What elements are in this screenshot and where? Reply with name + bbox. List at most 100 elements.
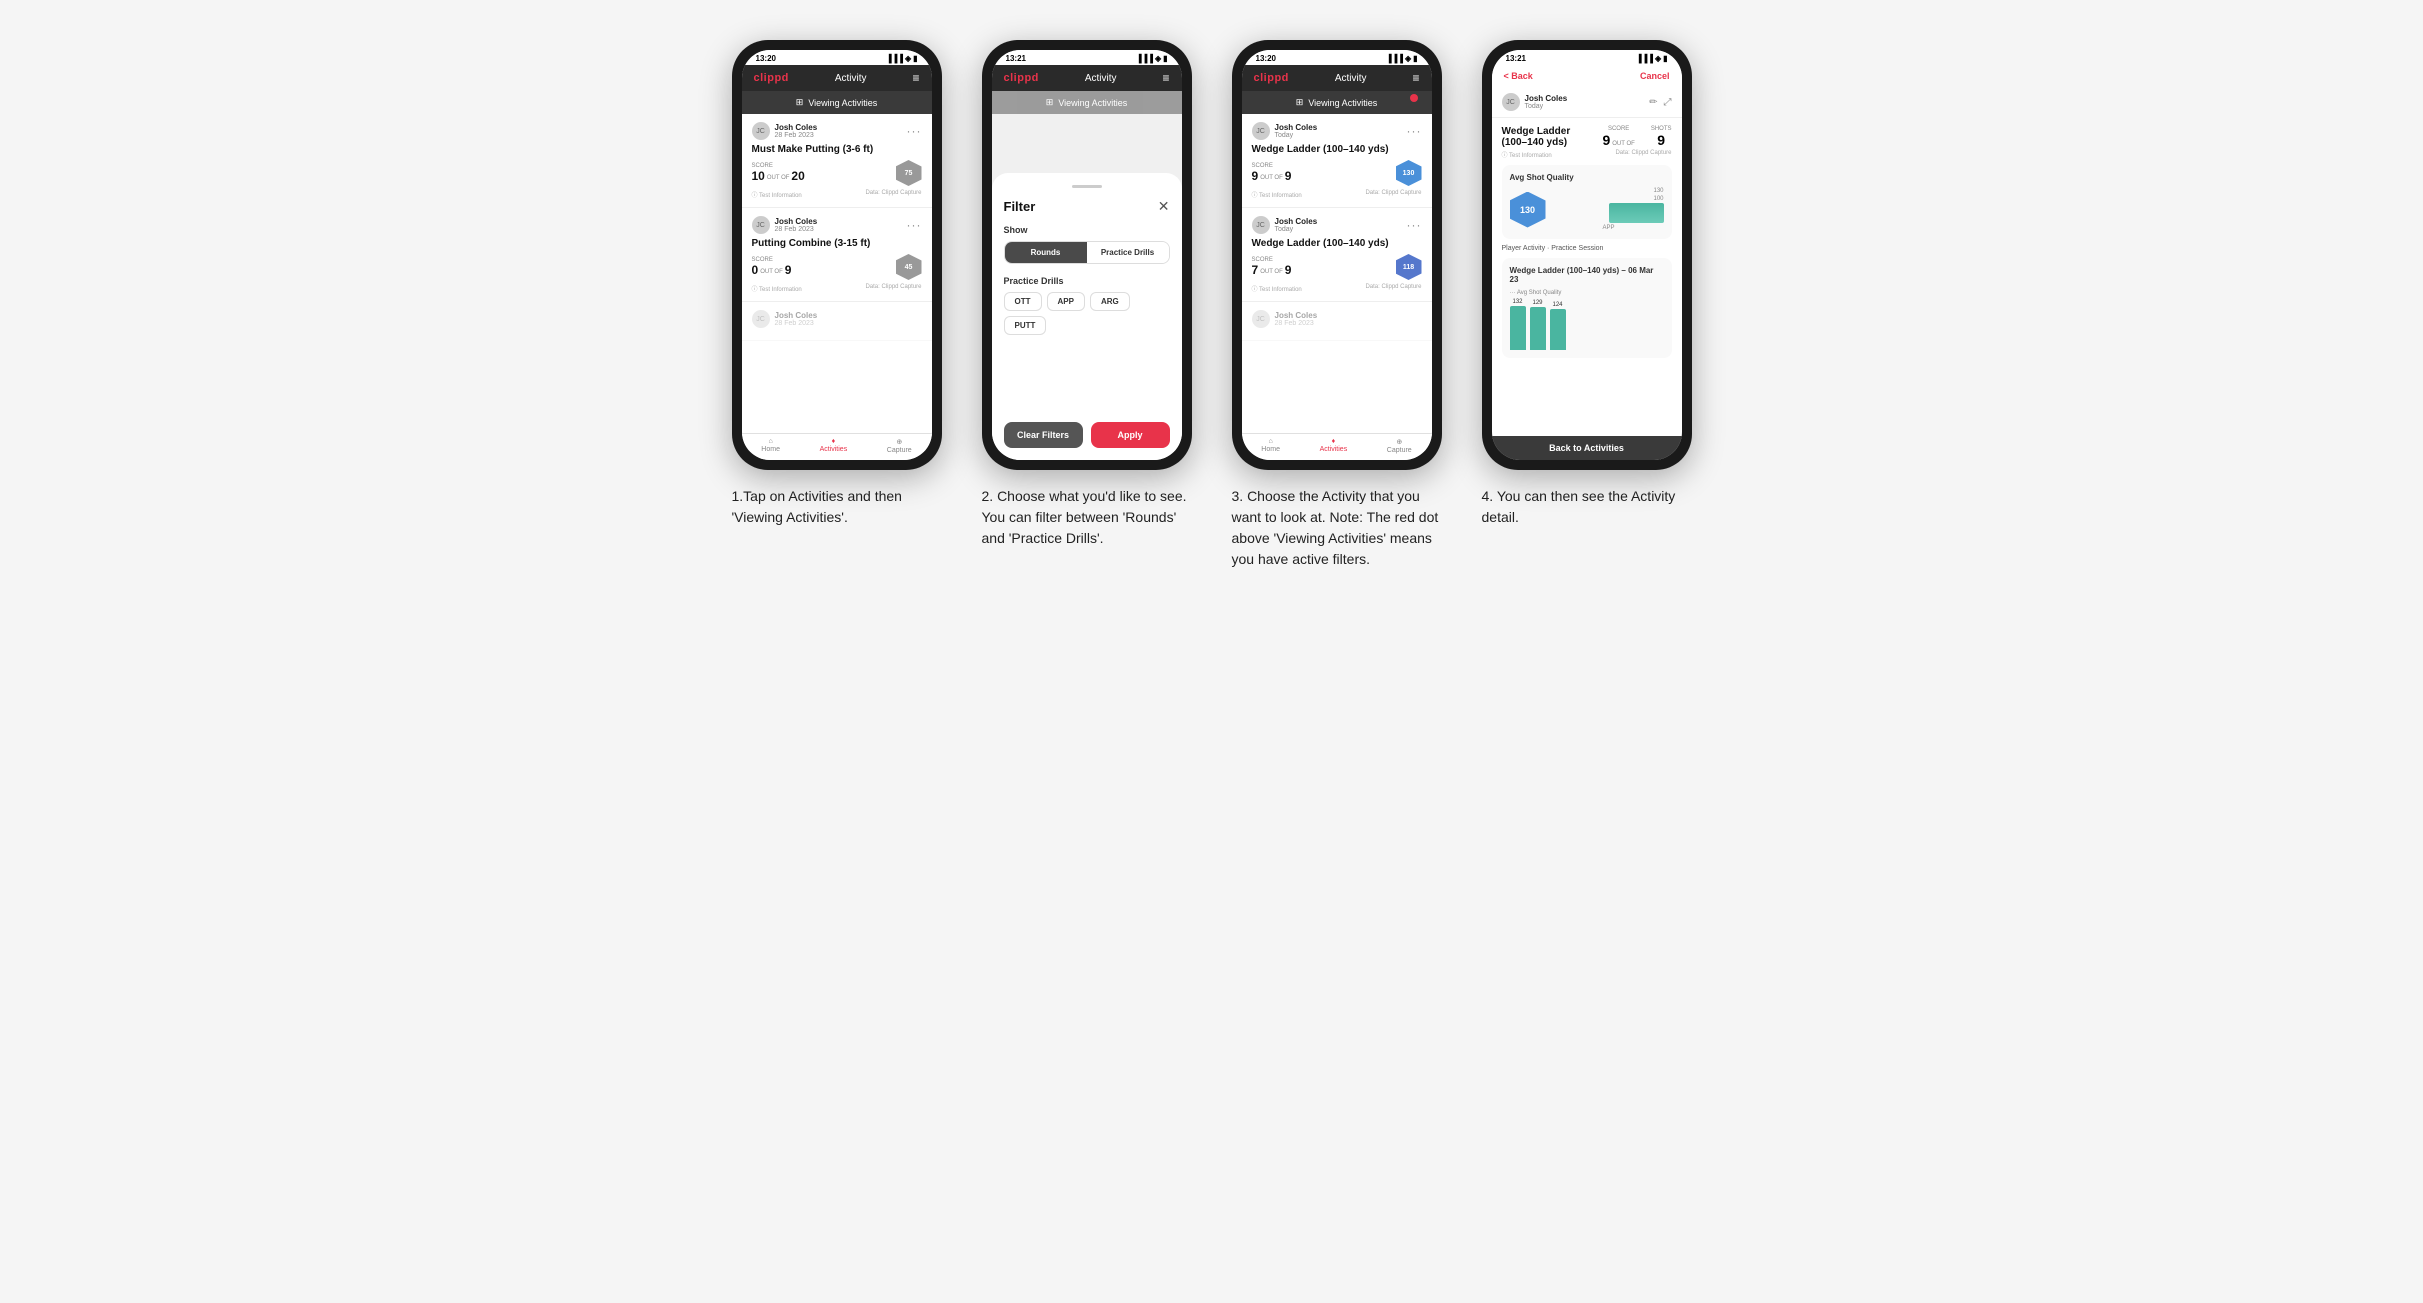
card-1-header: JC Josh Coles 28 Feb 2023 ···: [752, 122, 922, 140]
practice-drills-toggle[interactable]: Practice Drills: [1087, 242, 1169, 263]
expand-icon[interactable]: ⤢: [1664, 97, 1672, 108]
phone-2-screen: 13:21 ▐▐▐ ◈ ▮ clippd Activity ≡ ⊞ View: [992, 50, 1182, 460]
stats-row-2: Score 0 OUT OF 9 45: [752, 254, 922, 280]
user-info-3-1: Josh Coles Today: [1275, 123, 1318, 139]
nav-home-3[interactable]: ⌂ Home: [1261, 438, 1280, 454]
quality-badge-2: 45: [896, 254, 922, 280]
bar-rect-2: [1530, 307, 1546, 350]
quality-value-1: 75: [905, 170, 913, 177]
cancel-button[interactable]: Cancel: [1640, 71, 1670, 81]
signal-icon-2: ▐▐▐: [1136, 54, 1153, 63]
nav-capture-3[interactable]: ⊕ Capture: [1387, 438, 1412, 454]
more-dots-2[interactable]: ···: [907, 218, 922, 232]
clippd-logo-2: clippd: [1004, 72, 1039, 84]
stats-row-3-2: Score 7 OUT OF 9 118: [1252, 254, 1422, 280]
chip-ott[interactable]: OTT: [1004, 292, 1042, 311]
detail-footer: ⓘ Test Information Data: Clippd Capture: [1502, 150, 1672, 159]
detail-out-of: OUT OF: [1612, 141, 1635, 147]
score-stat-2: Score 0 OUT OF 9: [752, 257, 792, 277]
edit-icon[interactable]: ✏: [1649, 97, 1657, 108]
wifi-icon-2: ◈: [1155, 54, 1161, 63]
activities-icon-1: ♦: [832, 438, 836, 445]
filter-icon-2: ⊞: [1046, 97, 1054, 108]
filter-handle: [1072, 185, 1102, 188]
menu-icon-2[interactable]: ≡: [1162, 71, 1169, 85]
more-dots-3-1[interactable]: ···: [1407, 124, 1422, 138]
rounds-toggle[interactable]: Rounds: [1005, 242, 1087, 263]
data-source-4: Data: Clippd Capture: [1615, 150, 1671, 156]
menu-icon[interactable]: ≡: [912, 71, 919, 85]
activity-card-1[interactable]: JC Josh Coles 28 Feb 2023 ··· Must Make …: [742, 114, 932, 208]
filter-close-icon[interactable]: ✕: [1158, 198, 1170, 215]
quality-value-2: 45: [905, 264, 913, 271]
more-dots-1[interactable]: ···: [907, 124, 922, 138]
score-col-label: Score 9 OUT OF: [1602, 126, 1634, 148]
bar-rect-1: [1510, 306, 1526, 350]
filter-modal: Filter ✕ Show Rounds Practice Drills Pra…: [992, 173, 1182, 460]
user-name-4: Josh Coles: [1525, 94, 1568, 103]
footer-right-1: Data: Clippd Capture: [865, 190, 921, 199]
chip-putt[interactable]: PUTT: [1004, 316, 1047, 335]
apply-button[interactable]: Apply: [1091, 422, 1170, 448]
shots-value-1: 20: [791, 169, 804, 183]
back-to-activities-button[interactable]: Back to Activities: [1492, 436, 1682, 460]
phone-3: 13:20 ▐▐▐ ◈ ▮ clippd Activity ≡ ⊞ View: [1232, 40, 1442, 470]
detail-header: JC Josh Coles Today ✏ ⤢: [1492, 87, 1682, 118]
activity-title-3-2: Wedge Ladder (100–140 yds): [1252, 238, 1422, 249]
nav-capture-1[interactable]: ⊕ Capture: [887, 438, 912, 454]
nav-home-1[interactable]: ⌂ Home: [761, 438, 780, 454]
menu-icon-3[interactable]: ≡: [1412, 71, 1419, 85]
detail-score-value: 9: [1602, 132, 1610, 148]
wedge-chart-section: Wedge Ladder (100–140 yds) – 06 Mar 23 ·…: [1502, 258, 1672, 358]
quality-badge-3-2: 118: [1396, 254, 1422, 280]
more-dots-3-2[interactable]: ···: [1407, 218, 1422, 232]
signal-icon-4: ▐▐▐: [1636, 54, 1653, 63]
caption-1: 1.Tap on Activities and then 'Viewing Ac…: [732, 486, 942, 528]
chip-arg[interactable]: ARG: [1090, 292, 1130, 311]
nav-activities-3[interactable]: ♦ Activities: [1320, 438, 1348, 454]
phone-3-viewing-banner[interactable]: ⊞ Viewing Activities: [1242, 91, 1432, 114]
footer-right-2: Data: Clippd Capture: [865, 284, 921, 293]
phone-1-time: 13:20: [756, 54, 776, 63]
detail-activity-title: Wedge Ladder(100–140 yds): [1502, 126, 1571, 148]
avatar-3-3: JC: [1252, 310, 1270, 328]
score-value-2: 0: [752, 263, 759, 277]
clippd-logo-3: clippd: [1254, 72, 1289, 84]
battery-icon-3: ▮: [1413, 54, 1417, 63]
out-of-1: OUT OF: [767, 175, 790, 181]
capture-icon-3: ⊕: [1396, 438, 1402, 446]
phone-1-viewing-banner[interactable]: ⊞ Viewing Activities: [742, 91, 932, 114]
user-name-3-2: Josh Coles: [1275, 217, 1318, 226]
footer-right-3-1: Data: Clippd Capture: [1365, 190, 1421, 199]
user-name-2: Josh Coles: [775, 217, 818, 226]
phone-3-screen: 13:20 ▐▐▐ ◈ ▮ clippd Activity ≡ ⊞ View: [1242, 50, 1432, 460]
nav-activities-1[interactable]: ♦ Activities: [820, 438, 848, 454]
phone-3-app-nav: clippd Activity ≡: [1242, 65, 1432, 91]
score-value-row-3-1: 9 OUT OF 9: [1252, 169, 1292, 183]
activity-card-2[interactable]: JC Josh Coles 28 Feb 2023 ··· Putting Co…: [742, 208, 932, 302]
activity-title-1: Must Make Putting (3-6 ft): [752, 144, 922, 155]
chip-app[interactable]: APP: [1047, 292, 1085, 311]
card-3-2-user: JC Josh Coles Today: [1252, 216, 1318, 234]
score-value-3-2: 7: [1252, 263, 1259, 277]
activity-title-3-1: Wedge Ladder (100–140 yds): [1252, 144, 1422, 155]
card-3-1-footer: ⓘ Test Information Data: Clippd Capture: [1252, 190, 1422, 199]
clear-filters-button[interactable]: Clear Filters: [1004, 422, 1083, 448]
footer-left-3-2: ⓘ Test Information: [1252, 284, 1302, 293]
activity-card-3-1[interactable]: JC Josh Coles Today ··· Wedge Ladder (10…: [1242, 114, 1432, 208]
bar-val-3: 124: [1552, 302, 1562, 308]
activity-card-3-2[interactable]: JC Josh Coles Today ··· Wedge Ladder (10…: [1242, 208, 1432, 302]
bar-chart: 132 129 124: [1510, 300, 1664, 350]
capture-icon-1: ⊕: [896, 438, 902, 446]
filter-show-label: Show: [1004, 225, 1170, 235]
avatar-4: JC: [1502, 93, 1520, 111]
back-button[interactable]: < Back: [1504, 71, 1533, 81]
out-of-3-2: OUT OF: [1260, 269, 1283, 275]
chart-mid: 100: [1554, 196, 1664, 202]
quality-value-3-2: 118: [1403, 264, 1414, 271]
bar-val-1: 132: [1512, 299, 1522, 305]
activity-title-2: Putting Combine (3-15 ft): [752, 238, 922, 249]
detail-nav: < Back Cancel: [1492, 65, 1682, 87]
user-name-3-1: Josh Coles: [1275, 123, 1318, 132]
card-3-header: JC Josh Coles 28 Feb 2023: [752, 310, 922, 328]
